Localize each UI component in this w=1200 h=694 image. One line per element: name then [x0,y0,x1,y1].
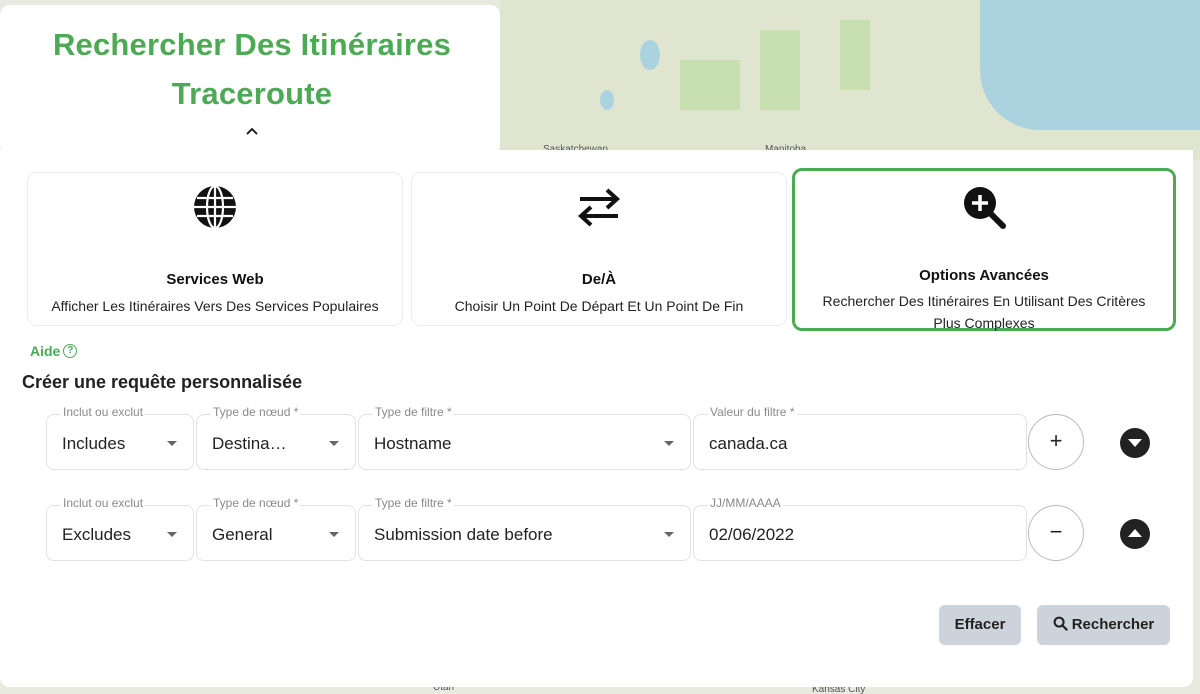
field-label: Type de filtre * [373,496,454,510]
search-button[interactable]: Rechercher [1037,605,1170,645]
mode-title: Options Avancées [919,267,1049,284]
field-value: Destina… [212,434,287,453]
search-icon [1053,616,1068,631]
field-label: Inclut ou exclut [61,496,146,510]
include-exclude-select[interactable]: Inclut ou exclut Includes [46,405,194,470]
field-value: 02/06/2022 [709,525,795,544]
chevron-up-icon[interactable] [244,123,260,139]
field-label: Valeur du filtre * [708,405,797,419]
field-value: Hostname [374,434,452,453]
field-label: Type de nœud * [211,405,301,419]
chevron-down-icon [167,441,177,446]
mode-card-from-to[interactable]: De/À Choisir Un Point De Départ Et Un Po… [411,172,787,326]
field-value: General [212,525,273,544]
move-up-button[interactable] [1120,519,1150,549]
chevron-down-icon [664,441,674,446]
remove-row-button[interactable]: − [1028,505,1084,561]
section-title: Créer une requête personnalisée [22,372,303,392]
mode-title: Services Web [166,271,264,288]
help-label: Aide [30,343,61,359]
globe-icon [194,184,236,230]
move-down-button[interactable] [1120,428,1150,458]
filter-value-input[interactable]: Valeur du filtre * canada.ca [693,405,1027,470]
field-value: Includes [62,434,126,453]
mode-title: De/À [581,271,617,288]
page-title: Rechercher Des Itinéraires [52,27,452,62]
chevron-down-icon [167,532,177,537]
field-value: canada.ca [709,434,788,453]
mode-card-advanced-options[interactable]: Options Avancées Rechercher Des Itinérai… [792,168,1176,331]
mode-description: Rechercher Des Itinéraires En Utilisant … [822,293,1146,331]
field-value: Submission date before [374,525,553,544]
triangle-down-icon [1128,439,1142,447]
chevron-down-icon [664,532,674,537]
field-label: Type de nœud * [211,496,301,510]
zoom-in-icon [964,187,1006,229]
node-type-select[interactable]: Type de nœud * General [196,496,356,561]
help-link[interactable]: Aide ? [30,343,78,359]
mode-card-web-services[interactable]: Services Web Afficher Les Itinéraires Ve… [27,172,403,326]
node-type-select[interactable]: Type de nœud * Destina… [196,405,356,470]
field-value: Excludes [62,525,131,544]
add-row-button[interactable]: + [1028,414,1084,470]
page-subtitle: Traceroute [171,76,333,111]
chevron-down-icon [329,441,339,446]
help-circle-icon: ? [63,344,78,358]
filter-type-select[interactable]: Type de filtre * Submission date before [358,496,691,561]
field-label: JJ/MM/AAAA [708,496,783,510]
mode-description: Choisir Un Point De Départ Et Un Point D… [454,298,744,314]
field-label: Inclut ou exclut [61,405,146,419]
chevron-down-icon [329,532,339,537]
date-input[interactable]: JJ/MM/AAAA 02/06/2022 [693,496,1027,561]
swap-arrows-icon [578,188,620,227]
include-exclude-select[interactable]: Inclut ou exclut Excludes [46,496,194,561]
clear-button-label: Effacer [954,616,1006,633]
search-button-label: Rechercher [1071,616,1155,633]
mode-description: Afficher Les Itinéraires Vers Des Servic… [51,298,379,314]
field-label: Type de filtre * [373,405,454,419]
clear-button[interactable]: Effacer [939,605,1021,645]
filter-type-select[interactable]: Type de filtre * Hostname [358,405,691,470]
triangle-up-icon [1128,529,1142,537]
title-panel: Rechercher Des Itinéraires Traceroute [0,5,500,155]
search-panel: Services Web Afficher Les Itinéraires Ve… [0,150,1193,687]
